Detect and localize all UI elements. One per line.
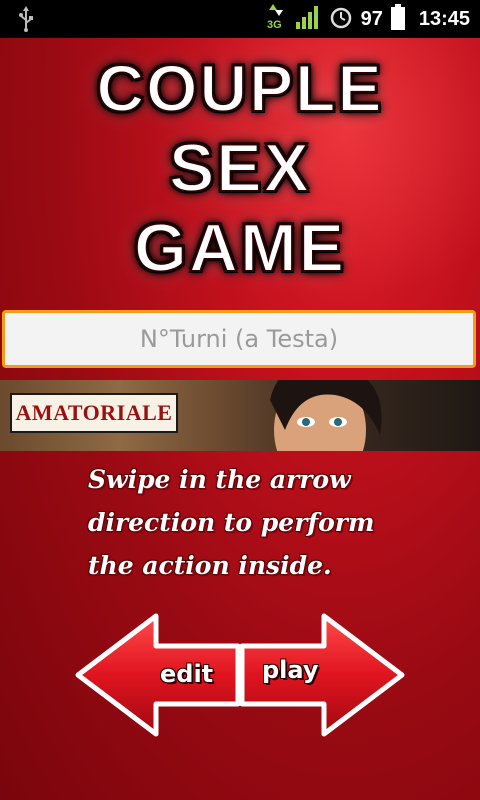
clock: 13:45: [418, 7, 470, 30]
battery-level: 97: [360, 7, 383, 30]
alarm-clock-icon: [329, 5, 353, 33]
status-bar: 3G 97 13:45: [0, 0, 480, 38]
turns-input[interactable]: [5, 313, 473, 365]
edit-arrow-button[interactable]: edit: [74, 612, 242, 738]
network-label: 3G: [267, 19, 282, 31]
game-title: COUPLE SEX GAME: [0, 48, 480, 298]
ad-logo-text: AMATORIALE: [15, 400, 173, 425]
left-arrow-icon: [75, 613, 241, 737]
turns-input-frame: [2, 310, 476, 368]
ad-banner[interactable]: AMATORIALE: [0, 380, 480, 451]
title-line-1: COUPLE: [95, 50, 384, 126]
signal-icon: [295, 4, 321, 34]
play-arrow-button[interactable]: play: [238, 612, 406, 738]
usb-icon: [18, 6, 34, 36]
edit-label: edit: [160, 660, 214, 688]
title-line-2: SEX: [168, 129, 312, 207]
play-label: play: [262, 656, 319, 684]
ad-logo: AMATORIALE: [10, 393, 178, 433]
network-3g-icon: 3G: [265, 2, 287, 36]
ad-photo: [270, 380, 382, 451]
app-screen: COUPLE SEX GAME AMATORIALE Swipe in the …: [0, 38, 480, 800]
battery-icon: [390, 4, 405, 34]
title-line-3: GAME: [133, 209, 346, 287]
swipe-instructions: Swipe in the arrow direction to perform …: [88, 465, 375, 580]
